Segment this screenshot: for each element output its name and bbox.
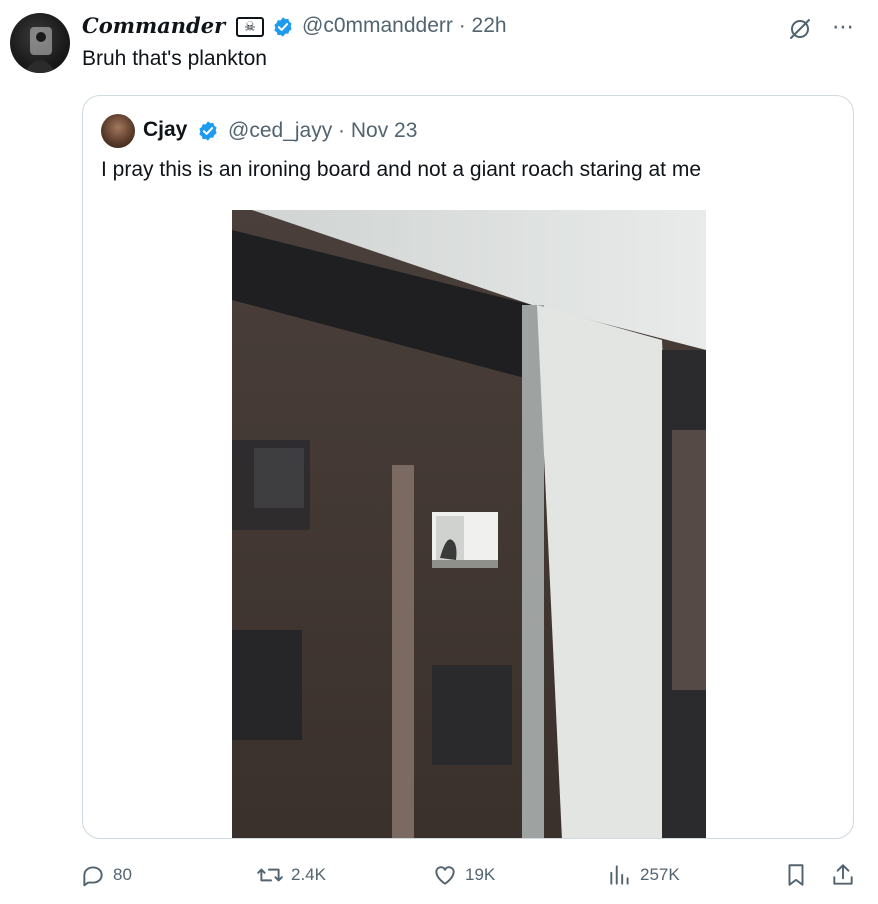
quoted-tweet-card[interactable]: Cjay @ced_jayy · Nov 23 I pray this is a… (82, 95, 854, 839)
verified-icon (199, 121, 217, 141)
tweet-text: Bruh that's plankton (82, 47, 267, 70)
reply-count: 80 (113, 865, 132, 884)
like-button[interactable]: 19K (432, 862, 495, 888)
views-icon (610, 865, 629, 885)
reply-icon (83, 866, 103, 887)
views-button[interactable]: 257K (607, 862, 680, 888)
bookmark-button[interactable] (783, 862, 809, 888)
share-icon (833, 864, 853, 885)
quoted-author-avatar[interactable] (101, 114, 135, 148)
quoted-tweet-text: I pray this is an ironing board and not … (101, 158, 702, 181)
bookmark-icon (788, 864, 804, 886)
verified-icon (274, 17, 292, 37)
quoted-author-handle-date[interactable]: @ced_jayy · Nov 23 (228, 119, 417, 143)
repost-icon (257, 868, 283, 882)
grok-icon[interactable] (787, 16, 813, 42)
reply-button[interactable]: 80 (80, 862, 132, 888)
repost-count: 2.4K (291, 865, 326, 884)
more-icon[interactable]: ⋯ (832, 14, 855, 40)
share-button[interactable] (830, 862, 856, 888)
like-count: 19K (465, 865, 496, 884)
quoted-author-name[interactable]: Cjay (143, 118, 187, 142)
author-name[interactable]: Commander (82, 13, 225, 38)
repost-button[interactable]: 2.4K (256, 862, 326, 888)
author-avatar[interactable] (10, 13, 70, 73)
author-handle-time[interactable]: @c0mmandderr · 22h (302, 14, 507, 38)
like-icon (435, 866, 455, 885)
views-count: 257K (640, 865, 680, 884)
quoted-tweet-photo[interactable] (232, 210, 706, 838)
pirate-flag-icon: ☠ (236, 17, 264, 37)
